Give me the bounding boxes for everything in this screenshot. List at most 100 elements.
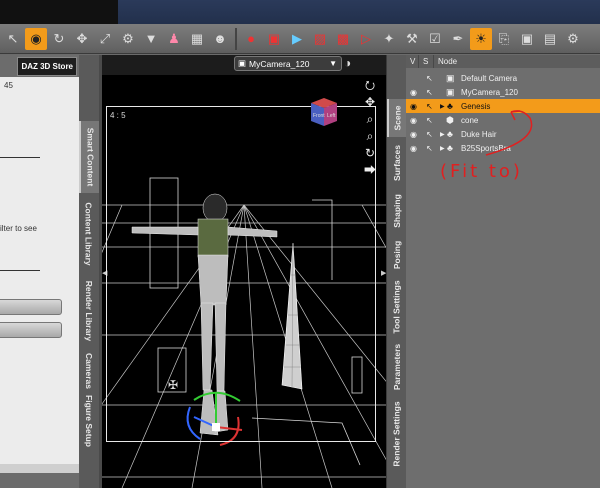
eye-icon[interactable]: ◉	[410, 144, 417, 153]
main-toolbar: ↖ ◉ ↻ ✥ ⤢ ⚙ ▼ ♟ ▦ ☻ ● ▣ ▶ ▨ ▩ ▷ ✦ ⚒ ☑ ✒ …	[0, 24, 600, 54]
tab-surfaces[interactable]: Surfaces	[387, 139, 407, 187]
scene-panel: V S Node ↖ ▣ Default Camera ◉ ↖ ▣ MyCame…	[406, 55, 600, 488]
scene-node-cone[interactable]: ◉ ↖ ⬢ cone	[406, 113, 600, 127]
tab-figure-setup[interactable]: Figure Setup	[79, 395, 99, 447]
viewport[interactable]: ✠ ◀ ▶ ▣ MyCamera_120 ▼ ◑ 4 : 5 Front Lef…	[102, 55, 386, 488]
rotate-tool-icon[interactable]: ↻	[48, 28, 70, 50]
tab-parameters[interactable]: Parameters	[387, 339, 407, 395]
daz-store-button[interactable]: DAZ 3D Store	[17, 57, 77, 76]
figure-icon: ♣	[447, 129, 453, 139]
geometry-tool-icon[interactable]: ⚒	[401, 28, 423, 50]
joint-tool-icon[interactable]: ⚙	[117, 28, 139, 50]
expand-icon[interactable]: ▶	[440, 145, 445, 152]
column-selectable[interactable]: S	[419, 55, 434, 68]
chevron-down-icon: ▼	[329, 59, 337, 68]
tab-cameras[interactable]: Cameras	[79, 351, 99, 391]
scene-node-sportsbra[interactable]: ◉ ↖ ▶ ♣ B25SportsBra	[406, 141, 600, 155]
spot-render-icon[interactable]: ▨	[309, 28, 331, 50]
tab-label: Shaping	[392, 194, 402, 228]
select-cursor-icon: ↖	[426, 101, 433, 111]
tab-render-settings[interactable]: Render Settings	[387, 397, 407, 471]
node-label: MyCamera_120	[461, 87, 518, 97]
scene-node-default-camera[interactable]: ↖ ▣ Default Camera	[406, 71, 600, 85]
expand-icon[interactable]: ▶	[440, 103, 445, 110]
camera-select[interactable]: ▣ MyCamera_120 ▼	[234, 56, 342, 71]
eye-icon[interactable]: ◉	[410, 88, 417, 97]
scene-node-genesis[interactable]: ◉ ↖ ▶ ♣ Genesis	[406, 99, 600, 113]
pan-icon[interactable]: ✥	[365, 94, 375, 111]
viewport-controls: ⭮ ✥ ⌕ ⌕ ↻ ⮕	[362, 77, 378, 179]
divider	[0, 157, 40, 158]
scene-node-duke-hair[interactable]: ◉ ↖ ▶ ♣ Duke Hair	[406, 127, 600, 141]
iray-icon[interactable]: ▶	[286, 28, 308, 50]
surface-tool-icon[interactable]: ▼	[140, 28, 162, 50]
frame-icon[interactable]: ⌕	[367, 128, 374, 145]
tab-label: Surfaces	[392, 145, 403, 181]
draw-style-icon[interactable]: ◑	[344, 56, 358, 70]
content-panel: DAZ 3D Store 45 ilter to see	[0, 55, 80, 473]
tab-label: Render Settings	[392, 401, 402, 467]
eye-icon[interactable]: ◉	[410, 130, 417, 139]
camera-icon[interactable]: ▣	[516, 28, 538, 50]
camera-icon: ▣	[238, 58, 247, 68]
render-settings-icon[interactable]: ▣	[263, 28, 285, 50]
render-icon[interactable]: ●	[240, 28, 262, 50]
column-visible[interactable]: V	[406, 55, 419, 68]
light-bulb-icon[interactable]: ☀	[470, 27, 492, 50]
translate-tool-icon[interactable]: ✥	[71, 28, 93, 50]
node-label: cone	[461, 115, 479, 125]
node-tool-icon[interactable]: ✦	[378, 28, 400, 50]
reset-icon[interactable]: ⮕	[364, 162, 376, 179]
tab-label: Content Library	[84, 202, 94, 266]
tab-label: Scene	[393, 105, 404, 131]
eye-icon[interactable]: ◉	[410, 116, 417, 125]
camera-frame	[106, 106, 376, 442]
region-tool-icon[interactable]: ▦	[186, 28, 208, 50]
node-label: Genesis	[461, 101, 491, 111]
column-node[interactable]: Node	[434, 55, 600, 68]
tab-label: Posing	[392, 240, 402, 270]
tab-label: Figure Setup	[84, 395, 95, 447]
settings-icon[interactable]: ⚙	[562, 28, 584, 50]
node-label: Default Camera	[461, 73, 518, 83]
view-cube[interactable]: Front Left	[307, 95, 341, 129]
eyedropper-icon[interactable]: ✒	[447, 28, 469, 50]
figure-tool-icon[interactable]: ♟	[163, 28, 185, 50]
tab-content-library[interactable]: Content Library	[79, 195, 99, 273]
orbit-icon[interactable]: ⭮	[365, 77, 375, 94]
zoom-icon[interactable]: ⌕	[367, 111, 374, 128]
cube-left-label: Left	[327, 113, 336, 119]
pointer-tool-icon[interactable]: ↖	[2, 28, 24, 50]
tab-posing[interactable]: Posing	[387, 235, 407, 275]
tab-tool-settings[interactable]: Tool Settings	[387, 277, 407, 337]
cube-front-label: Front	[313, 113, 325, 119]
content-action-button[interactable]	[0, 322, 62, 338]
eye-icon[interactable]: ◉	[410, 102, 417, 111]
expand-icon[interactable]: ▶	[440, 131, 445, 138]
content-action-button[interactable]	[0, 299, 62, 315]
tab-label: Smart Content	[85, 127, 95, 187]
camera-switch-icon[interactable]: ▤	[539, 28, 561, 50]
tab-label: Parameters	[392, 343, 402, 391]
camera-icon: ▣	[446, 86, 455, 97]
camera-plus-icon[interactable]: ⎘	[493, 28, 515, 50]
select-cursor-icon: ↖	[426, 129, 433, 139]
content-panel-footer	[0, 464, 80, 473]
roll-icon[interactable]: ↻	[365, 145, 375, 162]
scene-node-mycamera[interactable]: ◉ ↖ ▣ MyCamera_120	[406, 85, 600, 99]
app-window: ↖ ◉ ↻ ✥ ⤢ ⚙ ▼ ♟ ▦ ☻ ● ▣ ▶ ▨ ▩ ▷ ✦ ⚒ ☑ ✒ …	[0, 0, 600, 488]
scale-tool-icon[interactable]: ⤢	[94, 28, 116, 50]
active-pose-tool-icon[interactable]: ☻	[209, 28, 231, 50]
tab-scene[interactable]: Scene	[387, 99, 407, 137]
divider	[0, 270, 40, 271]
render-library-icon[interactable]: ▩	[332, 28, 354, 50]
right-tab-bar: Scene Surfaces Shaping Posing Tool Setti…	[386, 55, 407, 488]
universal-tool-icon[interactable]: ◉	[25, 27, 47, 50]
tab-smart-content[interactable]: Smart Content	[79, 121, 99, 193]
render-album-icon[interactable]: ▷	[355, 28, 377, 50]
left-tab-bar: Smart Content Content Library Render Lib…	[79, 55, 99, 488]
tab-render-library[interactable]: Render Library	[79, 275, 99, 347]
scene-header: V S Node	[406, 55, 600, 68]
checkbox-tool-icon[interactable]: ☑	[424, 28, 446, 50]
tab-shaping[interactable]: Shaping	[387, 189, 407, 233]
